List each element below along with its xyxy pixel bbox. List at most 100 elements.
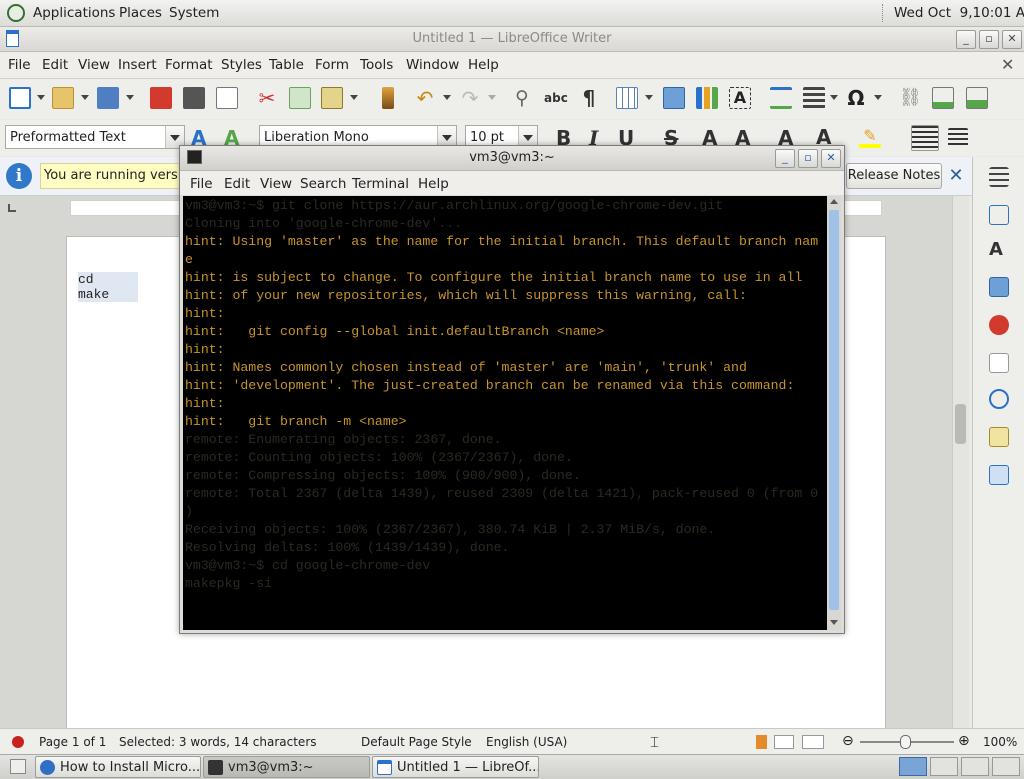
highlight-icon[interactable]: ✎	[859, 126, 881, 148]
page-icon[interactable]	[989, 353, 1009, 373]
system-menu[interactable]: System	[169, 5, 219, 21]
terminal-minimize-button[interactable]: _	[775, 149, 795, 168]
terminal-screen[interactable]: vm3@vm3:~$ git clone https://aur.archlin…	[183, 196, 827, 630]
insert-table-icon[interactable]	[616, 87, 638, 109]
zoom-in-icon[interactable]: ⊕	[958, 733, 970, 749]
selection-status[interactable]: Selected: 3 words, 14 characters	[119, 735, 317, 749]
insert-textbox-icon[interactable]: A	[729, 87, 751, 109]
scroll-up-icon[interactable]	[830, 199, 838, 204]
menu-format[interactable]: Format	[165, 57, 213, 73]
close-icon[interactable]: ✕	[946, 166, 966, 186]
special-char-dropdown-icon[interactable]	[874, 95, 882, 100]
tab-stop-icon[interactable]	[8, 204, 16, 212]
zoom-level[interactable]: 100%	[983, 735, 1017, 749]
spelling-icon[interactable]: abc	[544, 87, 568, 109]
table-dropdown-icon[interactable]	[645, 95, 653, 100]
insert-chart-icon[interactable]	[696, 87, 718, 109]
cut-icon[interactable]: ✂	[256, 87, 278, 109]
footnote-icon[interactable]	[932, 87, 954, 109]
digital-signature-icon[interactable]	[12, 736, 24, 748]
paste-dropdown-icon[interactable]	[350, 95, 358, 100]
document-scrollbar[interactable]	[952, 196, 969, 728]
gallery-icon[interactable]	[989, 277, 1009, 297]
print-icon[interactable]	[183, 87, 205, 109]
workspace-1[interactable]	[899, 757, 927, 776]
sidebar-menu-icon[interactable]	[989, 167, 1009, 187]
insert-mode-icon[interactable]: ⌶	[650, 733, 659, 751]
close-document-icon[interactable]: ✕	[1001, 55, 1014, 74]
redo-icon[interactable]: ↷	[459, 87, 481, 109]
clock[interactable]: Wed Oct 9,10:01 AM	[894, 5, 1024, 21]
maximize-button[interactable]: ▫	[979, 30, 999, 49]
navigator-icon[interactable]	[989, 315, 1009, 335]
insert-image-icon[interactable]	[663, 87, 685, 109]
undo-icon[interactable]: ↶	[414, 87, 436, 109]
menu-table[interactable]: Table	[269, 57, 304, 73]
workspace-2[interactable]	[930, 757, 958, 776]
menu-view[interactable]: View	[78, 57, 110, 73]
terminal-menu-edit[interactable]: Edit	[224, 176, 250, 192]
new-dropdown-icon[interactable]	[37, 95, 45, 100]
menu-file[interactable]: File	[8, 57, 31, 73]
menu-window[interactable]: Window	[406, 57, 459, 73]
design-icon[interactable]	[989, 465, 1009, 485]
endnote-icon[interactable]	[966, 87, 988, 109]
export-pdf-icon[interactable]	[150, 87, 172, 109]
styles-icon[interactable]: A	[989, 239, 1009, 260]
field-dropdown-icon[interactable]	[830, 95, 838, 100]
open-folder-icon[interactable]	[52, 87, 74, 109]
gnome-foot-icon[interactable]	[7, 4, 25, 22]
copy-icon[interactable]	[289, 87, 311, 109]
manage-changes-icon[interactable]	[989, 427, 1009, 447]
style-inspector-icon[interactable]	[989, 389, 1009, 409]
menu-tools[interactable]: Tools	[360, 57, 393, 73]
terminal-scrollbar[interactable]	[827, 196, 841, 630]
scroll-down-icon[interactable]	[830, 620, 838, 625]
save-dropdown-icon[interactable]	[126, 95, 134, 100]
terminal-close-button[interactable]: ✕	[821, 149, 841, 168]
formatting-marks-icon[interactable]: ¶	[578, 87, 600, 109]
close-button[interactable]: ✕	[1002, 30, 1022, 49]
menu-form[interactable]: Form	[315, 57, 349, 73]
print-preview-icon[interactable]	[216, 87, 238, 109]
release-notes-button[interactable]: Release Notes	[846, 163, 942, 189]
show-desktop-icon[interactable]	[10, 759, 26, 774]
applications-menu[interactable]: Applications	[33, 5, 115, 21]
terminal-menu-file[interactable]: File	[190, 176, 213, 192]
page-count[interactable]: Page 1 of 1	[39, 735, 106, 749]
clone-formatting-icon[interactable]	[382, 87, 394, 109]
redo-dropdown-icon[interactable]	[488, 95, 496, 100]
terminal-menu-view[interactable]: View	[260, 176, 292, 192]
taskbar-item-browser[interactable]: How to Install Micro...	[35, 756, 201, 778]
paragraph-style-combo[interactable]: Preformatted Text	[5, 125, 185, 149]
open-dropdown-icon[interactable]	[81, 95, 89, 100]
save-icon[interactable]	[97, 87, 119, 109]
align-center-icon[interactable]	[948, 128, 968, 146]
hyperlink-icon[interactable]: ⛓	[899, 87, 922, 109]
scrollbar-thumb[interactable]	[955, 404, 966, 444]
places-menu[interactable]: Places	[119, 5, 162, 21]
workspace-4[interactable]	[992, 757, 1020, 776]
taskbar-item-terminal[interactable]: vm3@vm3:~	[203, 756, 370, 778]
properties-icon[interactable]	[989, 205, 1009, 225]
taskbar-item-writer[interactable]: Untitled 1 — LibreOf...	[372, 756, 539, 778]
undo-dropdown-icon[interactable]	[443, 95, 451, 100]
terminal-title-bar[interactable]: vm3@vm3:~ _ ▫ ✕	[180, 146, 844, 171]
document-text[interactable]: cd make	[78, 272, 138, 302]
terminal-menu-search[interactable]: Search	[300, 176, 346, 192]
menu-styles[interactable]: Styles	[221, 57, 262, 73]
language[interactable]: English (USA)	[486, 735, 567, 749]
terminal-menu-terminal[interactable]: Terminal	[352, 176, 409, 192]
new-document-icon[interactable]	[9, 87, 31, 109]
single-page-view-icon[interactable]	[756, 735, 767, 749]
page-break-icon[interactable]	[770, 87, 792, 109]
menu-insert[interactable]: Insert	[118, 57, 157, 73]
special-character-icon[interactable]: Ω	[845, 87, 867, 109]
terminal-maximize-button[interactable]: ▫	[798, 149, 818, 168]
workspace-3[interactable]	[961, 757, 989, 776]
minimize-button[interactable]: _	[956, 30, 976, 49]
book-view-icon[interactable]	[802, 735, 824, 749]
menu-help[interactable]: Help	[468, 57, 499, 73]
paste-icon[interactable]	[321, 87, 343, 109]
find-replace-icon[interactable]: ⚲	[511, 87, 533, 109]
